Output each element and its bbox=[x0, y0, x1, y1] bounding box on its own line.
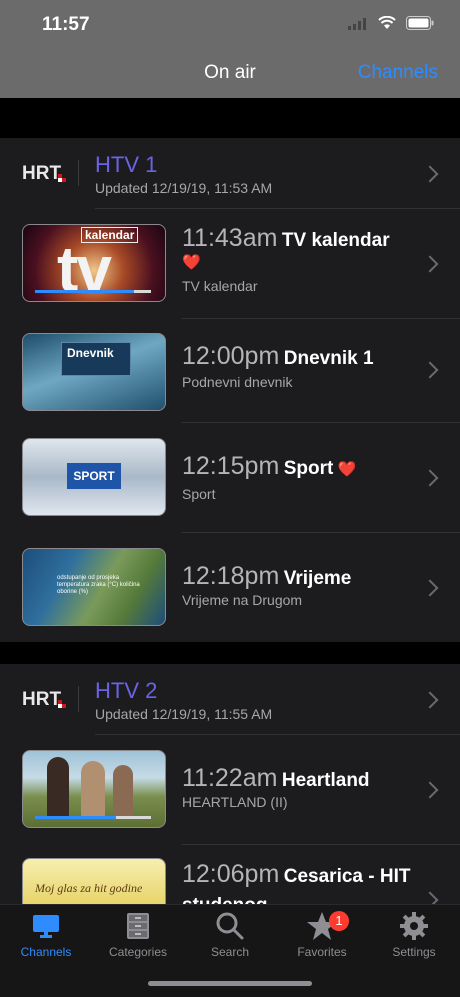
program-title: Dnevnik 1 bbox=[283, 348, 374, 369]
heart-icon: ❤️ bbox=[337, 461, 357, 478]
program-subtitle: Sport bbox=[182, 486, 216, 502]
program-row[interactable]: 11:22am Heartland HEARTLAND (II) bbox=[0, 734, 460, 844]
svg-text:HRT: HRT bbox=[22, 163, 61, 182]
tv-icon bbox=[0, 909, 92, 943]
tab-channels[interactable]: Channels bbox=[0, 909, 92, 959]
svg-text:HRT: HRT bbox=[22, 689, 61, 708]
navigation-bar: On air Channels bbox=[0, 48, 460, 98]
chevron-right-icon bbox=[421, 469, 439, 487]
tab-settings[interactable]: Settings bbox=[368, 909, 460, 959]
heart-icon: ❤️ bbox=[182, 254, 201, 271]
program-row[interactable]: kalendar tv 11:43am TV kalendar ❤️ TV ka… bbox=[0, 208, 460, 318]
cabinet-icon bbox=[92, 909, 184, 943]
section-gap bbox=[0, 642, 460, 664]
channel-updated: Updated 12/19/19, 11:55 AM bbox=[95, 706, 273, 722]
program-subtitle: HEARTLAND (II) bbox=[182, 794, 288, 810]
program-time: 12:00pm bbox=[182, 342, 280, 370]
signal-icon bbox=[348, 17, 368, 35]
home-indicator[interactable] bbox=[148, 981, 312, 986]
tab-search[interactable]: Search bbox=[184, 909, 276, 959]
program-time: 11:43am bbox=[182, 224, 278, 252]
program-subtitle: TV kalendar bbox=[182, 278, 258, 294]
program-thumbnail: odstupanje od prosjeka temperatura zraka… bbox=[22, 548, 166, 626]
tab-favorites[interactable]: 1 Favorites bbox=[276, 909, 368, 959]
program-title: TV kalendar bbox=[281, 230, 390, 251]
chevron-right-icon bbox=[421, 361, 439, 379]
gear-icon bbox=[368, 909, 460, 943]
program-thumbnail bbox=[22, 750, 166, 828]
favorites-badge: 1 bbox=[329, 911, 349, 931]
program-thumbnail: Dnevnik bbox=[22, 333, 166, 411]
program-time: 12:15pm bbox=[182, 452, 280, 480]
program-title: Vrijeme bbox=[283, 568, 352, 589]
channel-updated: Updated 12/19/19, 11:53 AM bbox=[95, 180, 273, 196]
chevron-right-icon bbox=[421, 781, 439, 799]
program-time: 11:22am bbox=[182, 764, 278, 792]
program-subtitle: Podnevni dnevnik bbox=[182, 374, 293, 390]
program-thumbnail: SPORT bbox=[22, 438, 166, 516]
progress-fill bbox=[35, 816, 117, 819]
channel-name: HTV 2 bbox=[95, 678, 158, 703]
tab-categories[interactable]: Categories bbox=[92, 909, 184, 959]
chevron-right-icon bbox=[421, 165, 439, 183]
chevron-right-icon bbox=[421, 691, 439, 709]
program-row[interactable]: Dnevnik 12:00pm Dnevnik 1 Podnevni dnevn… bbox=[0, 318, 460, 422]
program-time: 12:06pm bbox=[182, 860, 280, 888]
program-row[interactable]: SPORT 12:15pm Sport ❤️ Sport bbox=[0, 422, 460, 532]
chevron-right-icon bbox=[421, 579, 439, 597]
program-title: Heartland bbox=[281, 770, 370, 791]
chevron-right-icon bbox=[421, 891, 439, 904]
channel-name: HTV 1 bbox=[95, 152, 158, 177]
hrt-logo: HRT bbox=[22, 689, 66, 708]
progress-track bbox=[35, 816, 151, 819]
channel-section-htv2: HRT HTV 2 Updated 12/19/19, 11:55 AM 11:… bbox=[0, 664, 460, 904]
section-gap bbox=[0, 98, 460, 138]
progress-track bbox=[35, 290, 151, 293]
chevron-right-icon bbox=[421, 255, 439, 273]
program-thumbnail: kalendar tv bbox=[22, 224, 166, 302]
channels-button[interactable]: Channels bbox=[358, 62, 438, 84]
wifi-icon bbox=[378, 15, 396, 35]
program-title: Sport bbox=[283, 458, 334, 479]
search-icon bbox=[184, 909, 276, 943]
program-time: 12:18pm bbox=[182, 562, 280, 590]
battery-icon bbox=[406, 16, 434, 35]
channel-header[interactable]: HRT HTV 2 Updated 12/19/19, 11:55 AM bbox=[0, 664, 460, 734]
program-row[interactable]: Moj glas za hit godine 12:06pm Cesarica … bbox=[0, 844, 460, 904]
program-thumbnail: Moj glas za hit godine bbox=[22, 858, 166, 904]
channel-header[interactable]: HRT HTV 1 Updated 12/19/19, 11:53 AM bbox=[0, 138, 460, 208]
star-icon bbox=[276, 909, 368, 943]
program-row[interactable]: odstupanje od prosjeka temperatura zraka… bbox=[0, 532, 460, 642]
hrt-logo: HRT bbox=[22, 163, 66, 182]
channel-section-htv1: HRT HTV 1 Updated 12/19/19, 11:53 AM kal… bbox=[0, 138, 460, 642]
status-time: 11:57 bbox=[42, 14, 90, 35]
status-bar: 11:57 bbox=[0, 0, 460, 48]
progress-fill bbox=[35, 290, 134, 293]
program-subtitle: Vrijeme na Drugom bbox=[182, 592, 303, 608]
